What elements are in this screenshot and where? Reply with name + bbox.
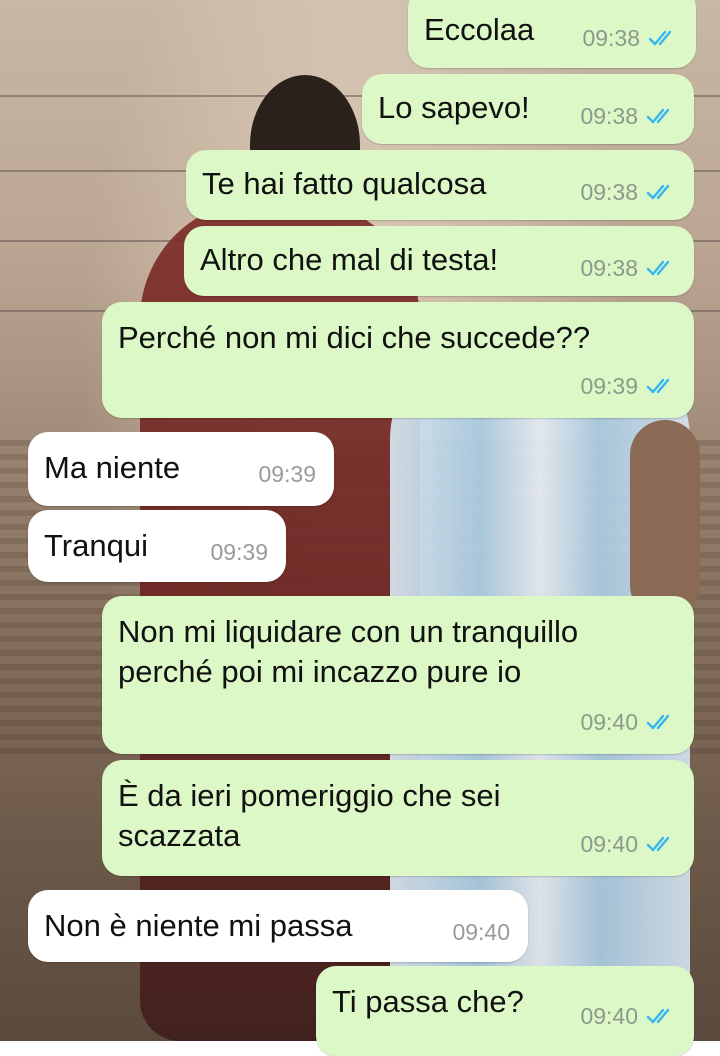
message-time: 09:39 bbox=[210, 539, 268, 565]
message-bubble-outgoing[interactable]: Lo sapevo! 09:38 bbox=[362, 74, 694, 144]
message-meta: 09:40 bbox=[580, 996, 676, 1036]
message-text: Non è niente mi passa bbox=[44, 908, 353, 943]
read-receipt-icon bbox=[646, 712, 676, 732]
message-time: 09:40 bbox=[580, 1003, 638, 1029]
message-text: È da ieri pomeriggio che sei scazzata bbox=[118, 778, 501, 853]
message-text: Ma niente bbox=[44, 450, 181, 485]
read-receipt-icon bbox=[648, 28, 678, 48]
message-meta: 09:40 bbox=[580, 702, 676, 742]
message-time: 09:40 bbox=[580, 709, 638, 735]
message-bubble-incoming[interactable]: Non è niente mi passa 09:40 bbox=[28, 890, 528, 962]
read-receipt-icon bbox=[646, 106, 676, 126]
message-meta: 09:40 bbox=[452, 912, 510, 952]
message-bubble-incoming[interactable]: Ma niente 09:39 bbox=[28, 432, 334, 506]
message-bubble-outgoing[interactable]: Altro che mal di testa! 09:38 bbox=[184, 226, 694, 296]
message-text: Lo sapevo! bbox=[378, 90, 530, 125]
read-receipt-icon bbox=[646, 834, 676, 854]
message-text: Eccolaa bbox=[424, 12, 535, 47]
read-receipt-icon bbox=[646, 1006, 676, 1026]
message-meta: 09:39 bbox=[580, 366, 676, 406]
message-meta: 09:38 bbox=[580, 96, 676, 136]
message-meta: 09:39 bbox=[258, 454, 316, 494]
message-time: 09:38 bbox=[580, 103, 638, 129]
message-bubble-outgoing[interactable]: Perché non mi dici che succede?? 09:39 bbox=[102, 302, 694, 418]
message-list[interactable]: Eccolaa 09:38 Lo sapevo! 09:38 Te hai fa… bbox=[0, 0, 720, 1056]
message-bubble-outgoing[interactable]: È da ieri pomeriggio che sei scazzata 09… bbox=[102, 760, 694, 876]
message-time: 09:38 bbox=[580, 255, 638, 281]
message-text: Tranqui bbox=[44, 528, 148, 563]
message-time: 09:38 bbox=[580, 179, 638, 205]
read-receipt-icon bbox=[646, 182, 676, 202]
message-time: 09:39 bbox=[580, 373, 638, 399]
message-meta: 09:40 bbox=[580, 824, 676, 864]
message-text: Ti passa che? bbox=[332, 984, 524, 1019]
message-bubble-incoming[interactable]: Tranqui 09:39 bbox=[28, 510, 286, 582]
message-meta: 09:38 bbox=[580, 172, 676, 212]
message-text: Perché non mi dici che succede?? bbox=[118, 320, 591, 355]
read-receipt-icon bbox=[646, 258, 676, 278]
message-time: 09:39 bbox=[258, 461, 316, 487]
message-time: 09:40 bbox=[452, 919, 510, 945]
message-text: Non mi liquidare con un tranquillo perch… bbox=[118, 614, 579, 689]
message-time: 09:40 bbox=[580, 831, 638, 857]
message-time: 09:38 bbox=[582, 25, 640, 51]
message-bubble-outgoing[interactable]: Eccolaa 09:38 bbox=[408, 0, 696, 68]
message-text: Altro che mal di testa! bbox=[200, 242, 499, 277]
read-receipt-icon bbox=[646, 376, 676, 396]
message-bubble-outgoing[interactable]: Non mi liquidare con un tranquillo perch… bbox=[102, 596, 694, 754]
message-meta: 09:38 bbox=[582, 18, 678, 58]
message-text: Te hai fatto qualcosa bbox=[202, 166, 487, 201]
message-bubble-outgoing[interactable]: Te hai fatto qualcosa 09:38 bbox=[186, 150, 694, 220]
message-bubble-outgoing[interactable]: Ti passa che? 09:40 bbox=[316, 966, 694, 1056]
message-meta: 09:38 bbox=[580, 248, 676, 288]
message-meta: 09:39 bbox=[210, 532, 268, 572]
